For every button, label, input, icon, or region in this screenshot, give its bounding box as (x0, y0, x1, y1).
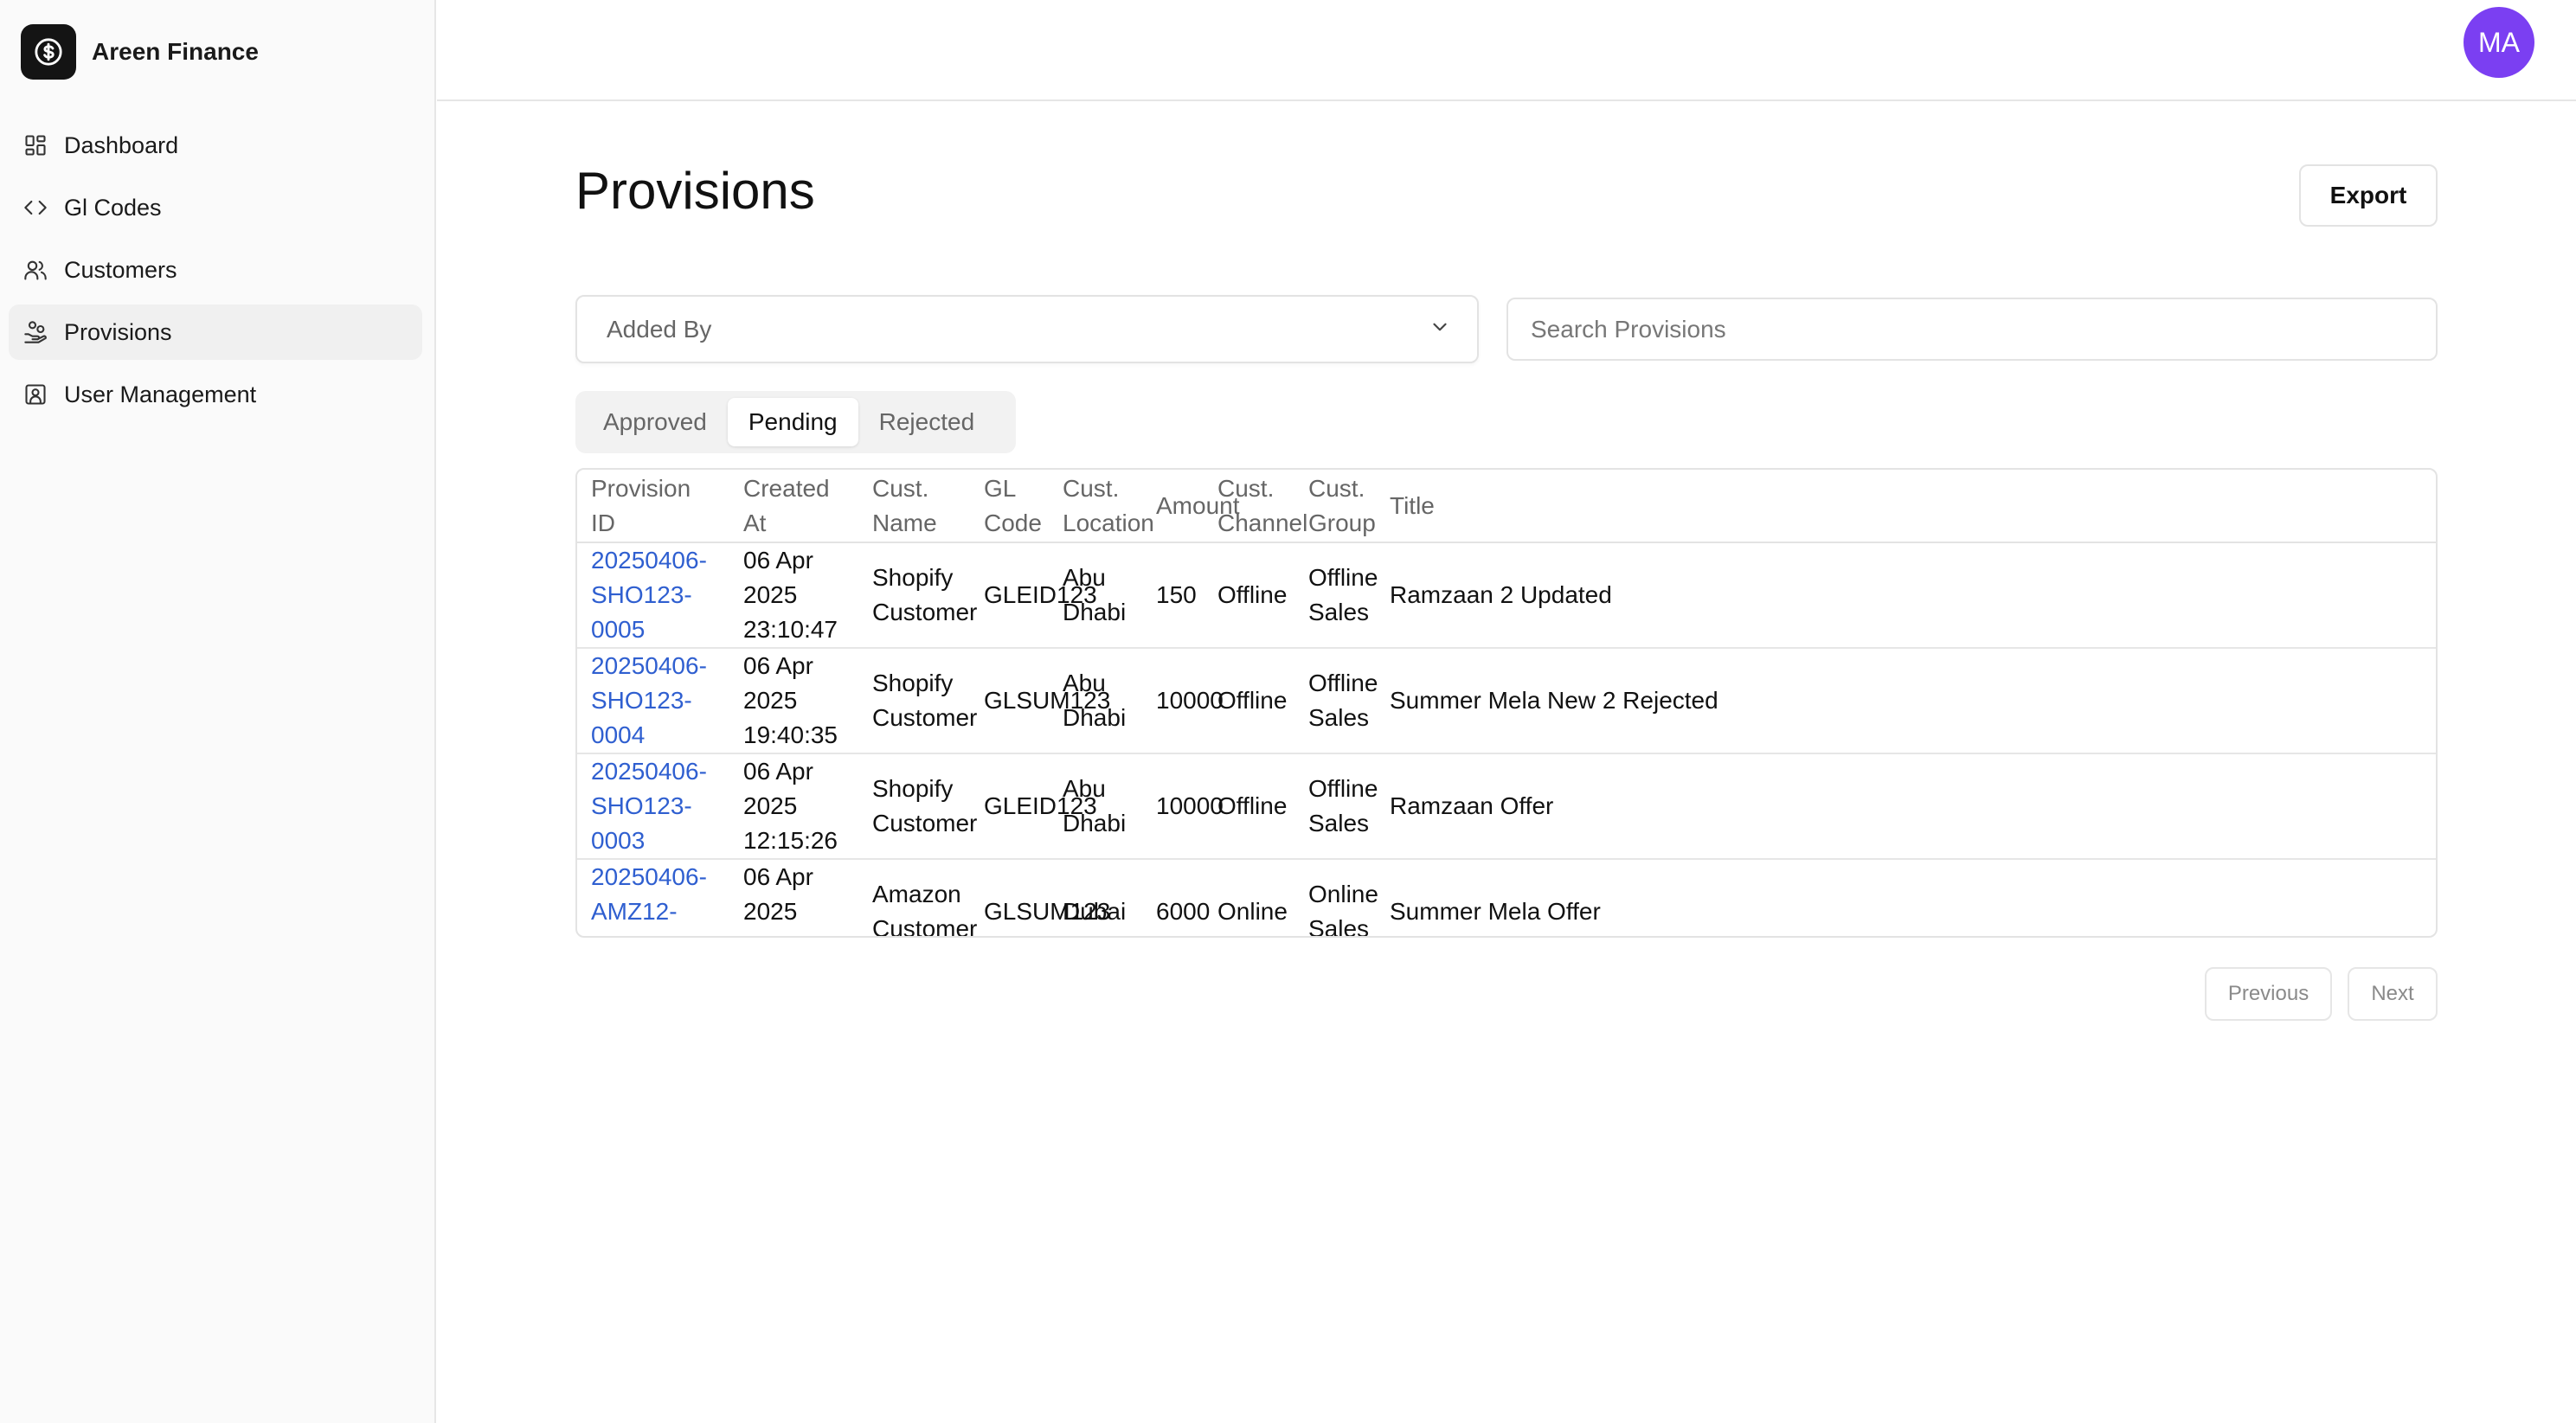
channel-cell: Online (1217, 898, 1288, 925)
group-cell: Offline Sales (1294, 753, 1378, 860)
location-cell: Abu Dhabi (1049, 753, 1142, 860)
table-row[interactable]: 20250406-SHO123-0004 06 Apr 2025 19:40:3… (577, 648, 2436, 754)
created-at-cell: 06 Apr 2025 10:46:25 (743, 863, 838, 936)
avatar[interactable]: MA (2464, 7, 2534, 78)
users-icon (22, 257, 48, 283)
title-cell: Ramzaan Offer (1376, 753, 2436, 860)
gl-code-cell: GLEID123 (970, 542, 1097, 649)
provision-id-link[interactable]: 20250406-AMZ12-0002 (577, 859, 729, 936)
previous-page-button[interactable]: Previous (2205, 967, 2332, 1021)
sidebar-item-dashboard[interactable]: Dashboard (9, 118, 422, 173)
code-icon (22, 195, 48, 221)
sidebar-item-label: Provisions (64, 318, 172, 345)
channel-cell: Offline (1204, 542, 1294, 649)
table-row[interactable]: 20250406-AMZ12-0002 06 Apr 2025 10:46:25… (577, 859, 2436, 938)
dollar-circle-icon (21, 24, 76, 80)
sidebar: Areen Finance Dashboard Gl Codes Custome… (0, 0, 436, 1423)
tab-rejected[interactable]: Rejected (858, 398, 996, 446)
group-cell: Online Sales (1308, 881, 1378, 938)
gl-code-cell: GLSUM123 (984, 898, 1111, 925)
location-cell: Abu Dhabi (1049, 542, 1142, 649)
title-cell: Ramzaan 2 Updated (1376, 542, 2436, 649)
customer-name-cell: Shopify Customer (858, 753, 977, 860)
customer-name-cell: Amazon Customer (872, 881, 978, 938)
column-header[interactable]: Cust. Channel (1204, 470, 1307, 543)
gl-code-cell: GLSUM123 (970, 648, 1110, 754)
chevron-down-icon (1429, 316, 1451, 343)
top-bar: MA (437, 0, 2576, 101)
group-cell: Offline Sales (1294, 542, 1378, 649)
column-header[interactable]: Cust. Name (858, 470, 970, 543)
provision-id-link[interactable]: 20250406-SHO123-0004 (577, 648, 729, 754)
location-cell: Abu Dhabi (1049, 648, 1142, 754)
amount-cell: 10000 (1142, 753, 1224, 860)
page-title: Provisions (575, 162, 815, 220)
created-at-cell: 06 Apr 2025 23:10:47 (729, 542, 858, 649)
title-cell: Summer Mela New 2 Rejected (1376, 648, 2436, 754)
amount-cell: 10000 (1142, 648, 1224, 754)
sidebar-nav: Dashboard Gl Codes Customers Provisions … (9, 118, 422, 429)
search-input[interactable] (1506, 298, 2438, 361)
next-page-button[interactable]: Next (2348, 967, 2438, 1021)
tab-approved[interactable]: Approved (582, 398, 728, 446)
channel-cell: Offline (1204, 753, 1294, 860)
amount-cell: 6000 (1156, 898, 1211, 925)
customer-name-cell: Shopify Customer (858, 542, 977, 649)
provisions-table: Provision ID Created At Cust. Name GL Co… (575, 468, 2438, 938)
sidebar-item-user-management[interactable]: User Management (9, 367, 422, 422)
column-header[interactable]: Cust. Location (1049, 470, 1154, 543)
user-square-icon (22, 381, 48, 407)
group-cell: Offline Sales (1294, 648, 1378, 754)
column-header[interactable]: GL Code (970, 470, 1049, 543)
gl-code-cell: GLEID123 (970, 753, 1097, 860)
tab-pending[interactable]: Pending (727, 398, 858, 446)
brand-name: Areen Finance (92, 38, 259, 65)
select-value: Added By (607, 315, 712, 343)
table-row[interactable]: 20250406-SHO123-0003 06 Apr 2025 12:15:2… (577, 753, 2436, 860)
dashboard-icon (22, 132, 48, 158)
sidebar-item-label: Dashboard (64, 131, 179, 158)
column-header[interactable]: Provision ID (577, 470, 729, 543)
created-at-cell: 06 Apr 2025 19:40:35 (729, 648, 858, 754)
status-tabs: Approved Pending Rejected (575, 391, 1016, 453)
brand[interactable]: Areen Finance (21, 24, 259, 80)
customer-name-cell: Shopify Customer (858, 648, 977, 754)
sidebar-item-provisions[interactable]: Provisions (9, 304, 422, 360)
hand-coins-icon (22, 319, 48, 345)
sidebar-item-gl-codes[interactable]: Gl Codes (9, 180, 422, 235)
sidebar-item-label: Gl Codes (64, 194, 162, 221)
column-header[interactable]: Created At (729, 470, 858, 543)
table-row[interactable]: 20250406-SHO123-0005 06 Apr 2025 23:10:4… (577, 542, 2436, 649)
title-cell: Summer Mela Offer (1390, 898, 1601, 925)
export-button[interactable]: Export (2299, 164, 2438, 227)
added-by-select[interactable]: Added By (575, 295, 1479, 363)
column-header[interactable]: Title (1376, 470, 2436, 543)
provision-id-link[interactable]: 20250406-SHO123-0003 (577, 753, 729, 860)
sidebar-item-customers[interactable]: Customers (9, 242, 422, 298)
amount-cell: 150 (1142, 542, 1204, 649)
sidebar-item-label: Customers (64, 256, 177, 283)
provision-id-link[interactable]: 20250406-SHO123-0005 (577, 542, 729, 649)
created-at-cell: 06 Apr 2025 12:15:26 (729, 753, 858, 860)
table-header-row: Provision ID Created At Cust. Name GL Co… (577, 470, 2436, 543)
location-cell: Dubai (1063, 898, 1127, 925)
sidebar-item-label: User Management (64, 381, 257, 407)
channel-cell: Offline (1204, 648, 1294, 754)
